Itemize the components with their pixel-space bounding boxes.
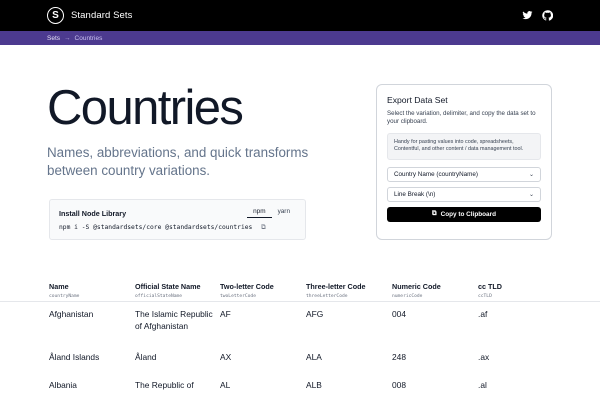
chevron-down-icon: ⌄ [528,191,534,198]
column-header-three-letter-code: Three-letter Code threeLetterCode [306,282,366,299]
breadcrumb-link-sets[interactable]: Sets [47,35,60,42]
twitter-icon[interactable] [522,10,533,21]
column-header-two-letter-code: Two-letter Code twoLetterCode [220,282,274,299]
breadcrumb-separator: → [64,34,71,42]
table-cell: 008 [392,380,406,390]
github-icon[interactable] [542,10,553,21]
column-header-cc-tld: cc TLD ccTLD [478,282,502,299]
table-header: Name countryName Official State Name offic… [49,282,569,303]
table-cell: .ax [478,352,490,362]
table-cell: The Islamic Republic of Afghanistan [135,309,213,331]
copy-button-label: Copy to Clipboard [440,210,496,218]
table-cell: Åland [135,352,157,362]
table-cell: AF [220,309,231,319]
export-hint: Handy for pasting values into code, spre… [387,132,541,160]
table-cell: Albania [49,380,77,390]
install-panel: Install Node Library npm yarn npm i -S @… [49,199,306,240]
breadcrumb-current: Countries [74,34,103,42]
page-subtitle: Names, abbreviations, and quick transfor… [47,145,309,178]
tab-npm[interactable]: npm [247,206,272,218]
install-command-text: npm i -S @standardsets/core @standardset… [59,224,253,231]
column-header-numeric-code: Numeric Code numericCode [392,282,441,299]
table-row: Albania The Republic of Albania AL ALB 0… [49,380,569,394]
logo-icon: S [47,7,64,24]
export-panel: Export Data Set Select the variation, de… [376,84,552,240]
table-cell: AL [220,380,231,390]
countries-table: Name countryName Official State Name offic… [49,282,569,394]
install-label: Install Node Library [59,209,127,218]
table-cell: AX [220,352,232,362]
install-command: npm i -S @standardsets/core @standardset… [59,223,266,232]
variation-select[interactable]: Country Name (countryName) ⌄ [387,166,541,182]
chevron-down-icon: ⌄ [528,171,534,178]
brand-link[interactable]: S Standard Sets [47,7,133,24]
table-cell: The Republic of Albania [135,380,194,394]
column-header-official-state-name: Official State Name officialStateName [135,282,201,299]
copy-to-clipboard-button[interactable]: ⧉ Copy to Clipboard [387,206,541,222]
table-cell: Åland Islands [49,352,100,362]
table-row: Afghanistan The Islamic Republic of Afgh… [49,309,569,352]
table-cell: 248 [392,352,406,362]
table-cell: ALA [306,352,322,362]
table-cell: .af [478,309,488,319]
export-title: Export Data Set [387,95,448,105]
package-manager-tabs: npm yarn [247,206,296,218]
delimiter-select-value: Line Break (\n) [394,190,436,198]
clipboard-icon: ⧉ [432,210,437,218]
brand-name: Standard Sets [71,10,133,21]
table-cell: AFG [306,309,324,319]
export-description: Select the variation, delimiter, and cop… [387,110,536,126]
table-cell: 004 [392,309,406,319]
copy-icon[interactable]: ⧉ [261,223,266,232]
table-cell: .al [478,380,487,390]
tab-yarn[interactable]: yarn [272,206,296,218]
page-title: Countries [47,81,244,135]
breadcrumb: Sets → Countries [0,31,600,45]
table-cell: Afghanistan [49,309,94,319]
table-cell: ALB [306,380,322,390]
column-header-name: Name countryName [49,282,80,299]
top-navbar: S Standard Sets [0,0,600,31]
delimiter-select[interactable]: Line Break (\n) ⌄ [387,186,541,202]
variation-select-value: Country Name (countryName) [394,170,478,178]
table-row: Åland Islands Åland AX ALA 248 .ax [49,352,569,380]
